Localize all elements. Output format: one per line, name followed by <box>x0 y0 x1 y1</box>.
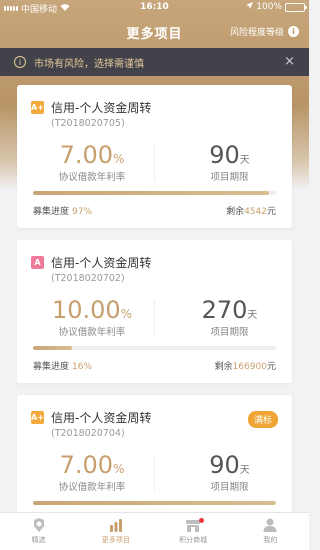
project-code: (T2018020702) <box>51 273 125 284</box>
tab-label: 积分商城 <box>179 536 208 544</box>
project-title: 信用-个人资金周转 <box>51 101 152 115</box>
interest-rate: 7.00% <box>59 451 125 479</box>
project-code: (T2018020705) <box>51 118 125 129</box>
close-icon[interactable]: × <box>284 54 295 69</box>
divider <box>154 300 155 336</box>
risk-warning-text: 市场有风险，选择需谨慎 <box>34 58 144 70</box>
risk-level-link[interactable]: 风险程度等级 i <box>230 25 299 38</box>
divider <box>154 145 155 181</box>
project-title: 信用-个人资金周转 <box>51 256 152 270</box>
bar-chart-icon <box>109 519 122 532</box>
tab-label: 我的 <box>263 536 278 544</box>
project-code: (T2018020704) <box>51 428 125 439</box>
funding-progress-label: 募集进度 16% <box>33 362 93 372</box>
tab-featured[interactable]: 精选 <box>0 513 77 550</box>
project-term: 90天 <box>209 451 250 479</box>
interest-rate-label: 协议借款年利率 <box>58 172 126 183</box>
card-header: A 信用-个人资金周转 <box>31 254 151 271</box>
project-term-label: 项目期限 <box>210 327 249 338</box>
divider <box>154 455 155 491</box>
status-bar: 中国移动 16:10 100% <box>0 0 309 15</box>
funding-progress-bar <box>33 191 276 195</box>
tab-label: 更多项目 <box>101 536 130 544</box>
info-icon: i <box>288 26 299 37</box>
funding-progress-bar <box>33 501 276 505</box>
tab-label: 精选 <box>31 536 46 544</box>
interest-rate: 7.00% <box>59 141 125 169</box>
user-icon <box>263 518 277 532</box>
remaining-amount: 剩余166900元 <box>214 362 276 372</box>
location-icon <box>246 2 254 12</box>
funding-progress-bar <box>33 346 276 350</box>
remaining-amount: 剩余4542元 <box>226 207 276 217</box>
notification-dot <box>198 518 204 523</box>
funding-progress-label: 募集进度 97% <box>33 207 93 217</box>
featured-icon <box>33 518 44 532</box>
fully-funded-badge: 满标 <box>247 411 278 428</box>
risk-warning-banner: i 市场有风险，选择需谨慎 × <box>0 48 309 76</box>
grade-badge: A+ <box>31 411 44 424</box>
project-card[interactable]: A 信用-个人资金周转 (T2018020702) 10.00% 协议借款年利率… <box>17 240 292 383</box>
project-term: 270天 <box>201 296 258 324</box>
interest-rate-label: 协议借款年利率 <box>58 482 126 493</box>
interest-rate-label: 协议借款年利率 <box>58 327 126 338</box>
interest-rate: 10.00% <box>51 296 133 324</box>
project-term-label: 项目期限 <box>210 482 249 493</box>
bottom-tab-bar: 精选 更多项目 积分商城 我的 <box>0 512 309 550</box>
grade-badge: A <box>31 256 44 269</box>
project-title: 信用-个人资金周转 <box>51 411 152 425</box>
card-header: A+ 信用-个人资金周转 <box>31 409 151 426</box>
nav-bar: 更多项目 风险程度等级 i <box>0 14 309 48</box>
battery-percent: 100% <box>256 2 282 12</box>
warning-icon: i <box>14 56 26 68</box>
status-right: 100% <box>246 2 307 12</box>
battery-icon <box>285 2 307 12</box>
project-card[interactable]: A+ 信用-个人资金周转 满标 (T2018020704) 7.00% 协议借款… <box>17 395 292 520</box>
tab-mine[interactable]: 我的 <box>232 513 309 550</box>
tab-more-projects[interactable]: 更多项目 <box>77 513 154 550</box>
project-term-label: 项目期限 <box>210 172 249 183</box>
project-term: 90天 <box>209 141 250 169</box>
grade-badge: A+ <box>31 101 44 114</box>
tab-points-mall[interactable]: 积分商城 <box>155 513 232 550</box>
project-card[interactable]: A+ 信用-个人资金周转 (T2018020705) 7.00% 协议借款年利率… <box>17 85 292 228</box>
card-header: A+ 信用-个人资金周转 <box>31 99 151 116</box>
risk-level-label: 风险程度等级 <box>229 28 284 38</box>
